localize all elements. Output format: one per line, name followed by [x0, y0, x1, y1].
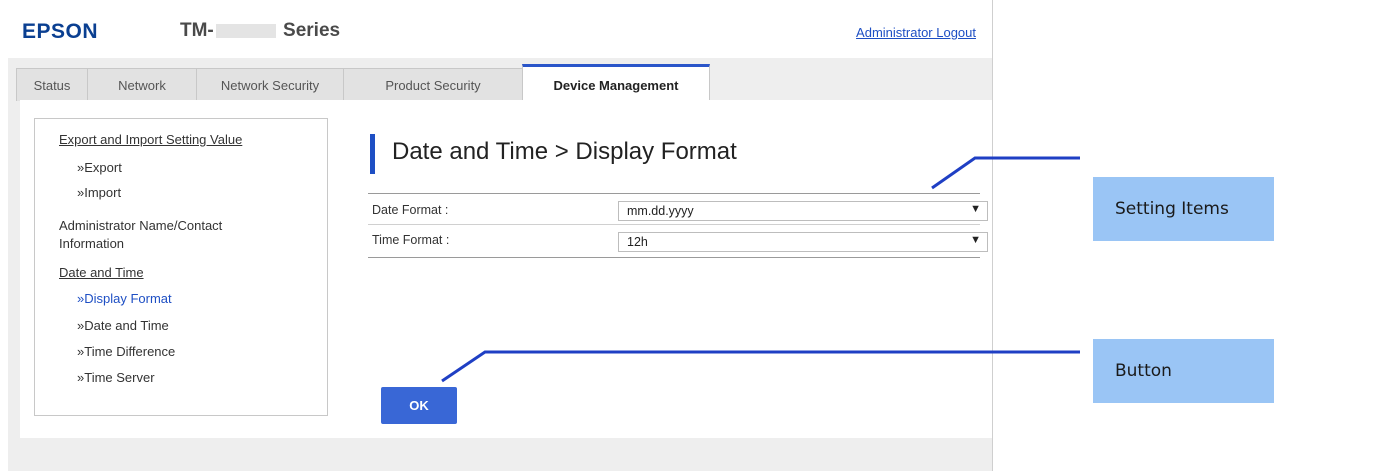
setting-items-leader	[931, 156, 1080, 190]
button-leader	[441, 350, 1080, 383]
callout-button: Button	[1093, 339, 1274, 403]
callout-setting-items: Setting Items	[1093, 177, 1274, 241]
